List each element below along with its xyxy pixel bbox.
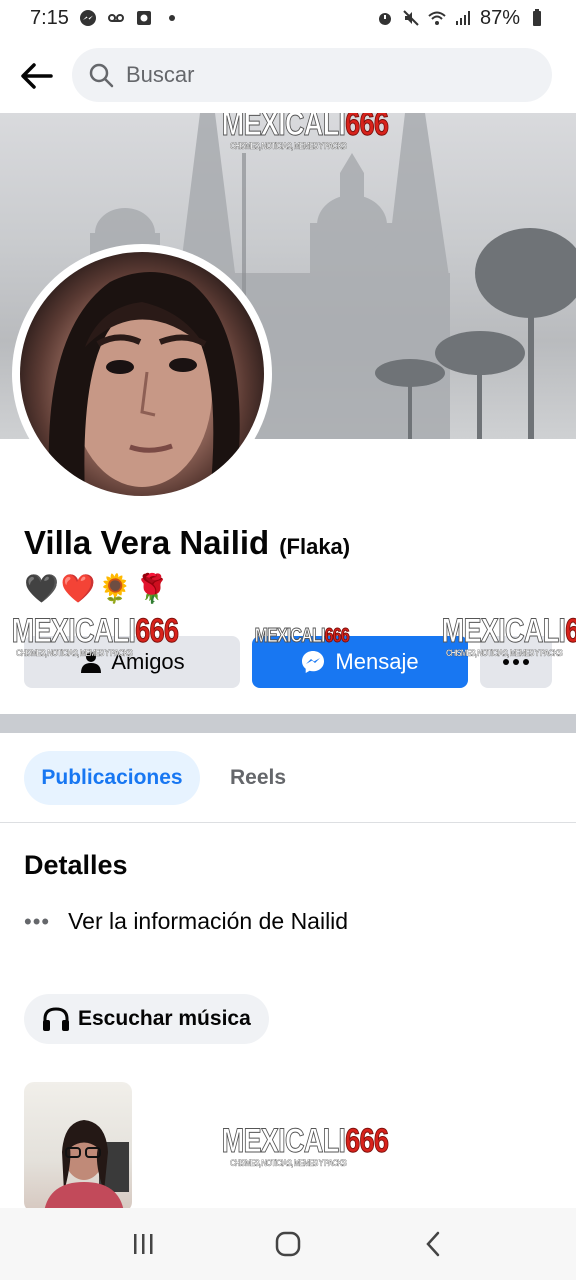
arrow-left-icon (21, 63, 53, 89)
section-divider (0, 714, 576, 733)
home-icon (275, 1231, 301, 1257)
chevron-left-icon (426, 1231, 440, 1257)
watermark-logo-right: MEXICALI666 CHISMES, NOTICIAS, MEMES Y P… (441, 612, 576, 659)
listen-music-label: Escuchar música (78, 1007, 251, 1030)
details-heading: Detalles (24, 850, 128, 880)
status-time: 7:15 (30, 6, 69, 29)
search-input[interactable]: Buscar (72, 48, 552, 102)
see-info-label: Ver la información de Nailid (68, 908, 349, 934)
search-icon (89, 63, 114, 88)
watermark-logo-left: MEXICALI666 CHISMES, NOTICIAS, MEMES Y P… (11, 612, 179, 659)
status-bar: 7:15 87% (0, 0, 576, 36)
tab-reels[interactable]: Reels (212, 751, 304, 805)
system-navigation-bar (0, 1208, 576, 1280)
signal-icon (455, 11, 470, 25)
app-notification-icon (136, 11, 151, 25)
voicemail-icon (107, 14, 124, 22)
profile-alternate-name: (Flaka) (279, 534, 351, 559)
message-button-label: Mensaje (335, 649, 419, 674)
profile-picture[interactable] (12, 244, 272, 504)
back-button[interactable] (16, 56, 56, 96)
profile-bio: 🖤❤️🌻🌹 (24, 573, 172, 604)
search-placeholder: Buscar (126, 62, 195, 87)
messenger-icon (302, 651, 325, 673)
watermark-logo: MEXICALI666 CHISMES, NOTICIAS, MEMES Y P… (221, 113, 389, 151)
recent-apps-button[interactable] (123, 1224, 163, 1264)
battery-percent: 87% (479, 6, 520, 29)
see-info-link[interactable]: ••• Ver la información de Nailid (24, 908, 348, 935)
listen-music-button[interactable]: Escuchar música (24, 994, 269, 1044)
wifi-icon (428, 11, 446, 25)
profile-name-row: Villa Vera Nailid (Flaka) (24, 524, 350, 562)
featured-photo[interactable] (24, 1082, 132, 1212)
top-navigation: Buscar (0, 44, 576, 106)
battery-icon (533, 9, 541, 26)
profile-photo-image (20, 252, 264, 496)
watermark-logo-center: MEXICALI666 (254, 625, 350, 647)
featured-photo-image (44, 1120, 129, 1212)
profile-name: Villa Vera Nailid (24, 524, 270, 561)
system-back-button[interactable] (413, 1224, 453, 1264)
alarm-icon (378, 13, 391, 25)
profile-tabs: Publicaciones Reels (0, 733, 576, 823)
headphones-icon (43, 1007, 69, 1031)
tab-publicaciones[interactable]: Publicaciones (24, 751, 200, 805)
messenger-notification-icon (79, 10, 96, 26)
more-dots-icon (503, 659, 529, 665)
more-dots-icon: ••• (24, 908, 51, 934)
home-button[interactable] (268, 1224, 308, 1264)
mute-icon (403, 10, 419, 26)
recent-apps-icon (133, 1234, 153, 1254)
watermark-logo-bottom: MEXICALI666 CHISMES, NOTICIAS, MEMES Y P… (221, 1122, 389, 1169)
more-notifications-dot-icon (168, 15, 175, 21)
